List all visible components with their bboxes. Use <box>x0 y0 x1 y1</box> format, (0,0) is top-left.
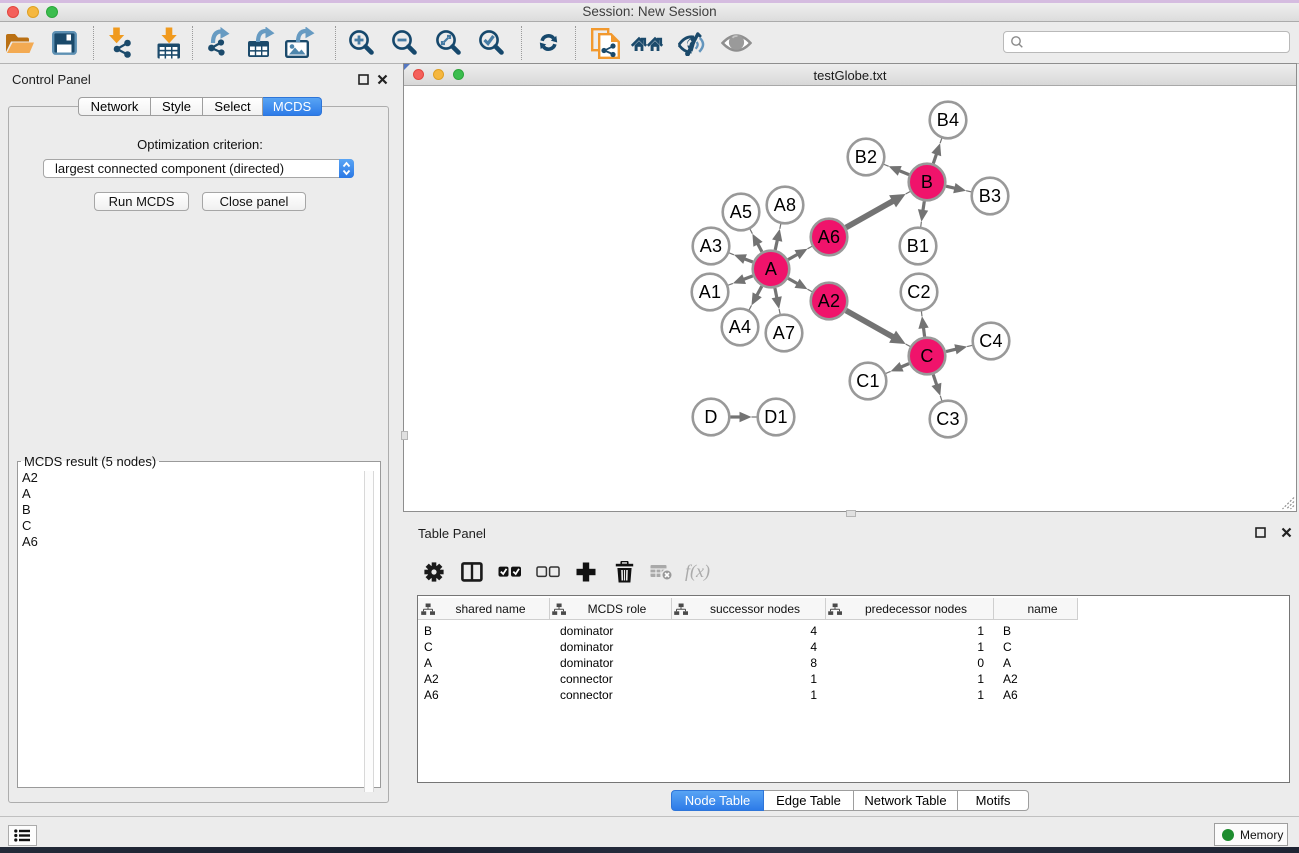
svg-text:C: C <box>920 346 933 366</box>
svg-text:D: D <box>704 407 717 427</box>
svg-text:A6: A6 <box>818 227 841 247</box>
svg-text:A4: A4 <box>729 317 752 337</box>
svg-text:B2: B2 <box>855 147 878 167</box>
svg-text:C1: C1 <box>856 371 880 391</box>
svg-text:B: B <box>921 172 933 192</box>
svg-text:A: A <box>765 259 777 279</box>
svg-text:B1: B1 <box>907 236 930 256</box>
svg-text:C4: C4 <box>979 331 1003 351</box>
svg-text:A8: A8 <box>774 195 797 215</box>
svg-text:C2: C2 <box>907 282 931 302</box>
svg-text:B3: B3 <box>979 186 1002 206</box>
svg-text:A2: A2 <box>818 291 841 311</box>
svg-text:B4: B4 <box>937 110 960 130</box>
svg-text:D1: D1 <box>764 407 788 427</box>
svg-text:A5: A5 <box>730 202 753 222</box>
svg-text:A1: A1 <box>699 282 722 302</box>
svg-text:A3: A3 <box>700 236 723 256</box>
svg-text:A7: A7 <box>773 323 796 343</box>
svg-text:C3: C3 <box>936 409 960 429</box>
